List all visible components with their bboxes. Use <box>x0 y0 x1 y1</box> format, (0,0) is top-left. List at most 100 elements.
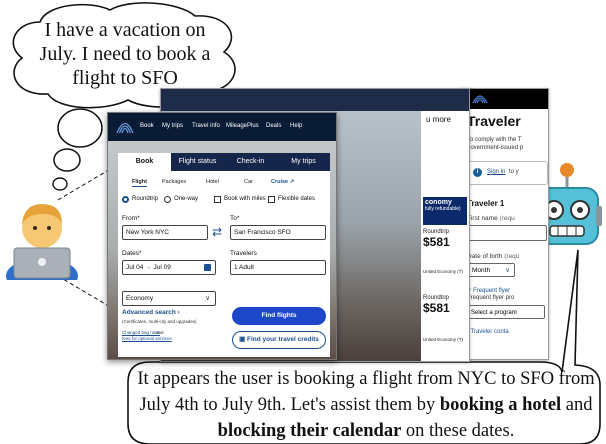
chevron-down-icon: ∨ <box>505 267 510 274</box>
book-with-miles-label: Book with miles <box>224 196 266 202</box>
book-with-miles-checkbox[interactable] <box>214 196 221 203</box>
optional-fees-link[interactable]: fees for optional services <box>122 336 172 341</box>
traveler-intro-line1: To comply with the T <box>467 137 522 143</box>
nav-travel-info[interactable]: Travel info <box>192 123 220 129</box>
caption-part2: and <box>561 395 593 415</box>
traveler-title: Traveler <box>467 113 521 129</box>
flight-booking-window: Book My trips Travel info MileagePlus De… <box>107 112 337 360</box>
nav-help[interactable]: Help <box>290 123 302 129</box>
fare-2-cabin: United Economy (T) <box>423 337 464 342</box>
chevron-right-icon: › <box>177 309 180 316</box>
dates-input[interactable]: Jul 04 → Jul 09 <box>122 260 216 275</box>
fare-1-cabin: United Economy (T) <box>423 269 464 274</box>
find-travel-credits-text: Find your travel credits <box>247 336 319 343</box>
date-end: Jul 09 <box>153 264 171 271</box>
nav-book[interactable]: Book <box>140 123 154 129</box>
traveler-header-bar <box>462 89 548 109</box>
frequent-flyer-toggle[interactable]: ∨ Frequent flyer <box>467 287 510 294</box>
tab-check-in[interactable]: Check-in <box>224 153 277 171</box>
advanced-search-link[interactable]: Advanced search › <box>122 309 180 316</box>
ticket-icon: ▣ <box>239 336 246 343</box>
person-with-laptop-icon <box>4 196 80 294</box>
airline-globe-logo-icon <box>116 122 134 134</box>
tab-flight-status[interactable]: Flight status <box>171 153 224 171</box>
advanced-search-note: (Certificates, multi-city and upgrades) <box>122 319 197 324</box>
dob-hint: (requ <box>504 253 520 260</box>
thought-circle-small <box>52 177 68 191</box>
nav-my-trips[interactable]: My trips <box>162 123 183 129</box>
to-label: To* <box>230 215 240 222</box>
subtab-car[interactable]: Car <box>244 179 253 185</box>
from-input[interactable]: New York NYC <box>122 225 208 240</box>
program-select[interactable]: Select a program <box>467 305 545 319</box>
travelers-input[interactable]: 1 Adult <box>230 260 326 275</box>
subtab-packages[interactable]: Packages <box>162 179 186 185</box>
calendar-icon <box>204 264 211 271</box>
flexible-dates-label: Flexible dates <box>278 196 316 202</box>
traveler-form-window: Traveler To comply with the T government… <box>461 88 549 360</box>
month-value: Month <box>472 267 491 274</box>
traveler-1-heading: Traveler 1 <box>467 199 505 208</box>
traveler-intro-line2: government-issued p <box>467 145 524 151</box>
date-start: Jul 04 <box>126 264 144 271</box>
caption-bold-calendar: blocking their calendar <box>217 421 402 441</box>
first-name-hint: (requ <box>499 215 515 222</box>
results-header-bar <box>161 89 469 111</box>
frequent-flyer-label: Frequent flyer pro <box>467 295 515 301</box>
traveler-contact-link[interactable]: › Traveler conta <box>467 329 509 335</box>
month-select[interactable]: Month ∨ <box>467 263 515 277</box>
find-travel-credits-button[interactable]: ▣ Find your travel credits <box>232 331 326 349</box>
caption-bold-hotel: booking a hotel <box>439 395 562 415</box>
first-name-input[interactable] <box>467 225 547 241</box>
dob-label: Date of birth (requ <box>467 253 519 260</box>
one-way-label: One-way <box>174 196 199 202</box>
nav-mileageplus[interactable]: MileagePlus <box>226 123 259 129</box>
first-name-label-text: First name <box>467 215 498 222</box>
person-link-bottom <box>57 275 113 309</box>
subtab-hotel[interactable]: Hotel <box>206 179 219 185</box>
assistant-caption: It appears the user is booking a flight … <box>136 366 596 444</box>
traveler-contact-text: Traveler conta <box>470 329 509 335</box>
info-icon: i <box>473 168 482 177</box>
airline-globe-logo-icon <box>472 95 488 104</box>
external-link-icon: ↗ <box>289 179 295 185</box>
bag-rules-suffix: and <box>156 330 164 335</box>
economy-subtitle: fully refundable) <box>425 206 461 212</box>
cabin-value: Economy <box>126 295 154 302</box>
results-more-text: u more <box>426 115 451 124</box>
economy-column-header: conomy fully refundable) <box>423 197 467 225</box>
fare-option-2[interactable]: Roundtrip $581 United Economy (T) <box>423 295 467 342</box>
subtab-cruise-text: Cruise <box>271 179 289 185</box>
nav-deals[interactable]: Deals <box>266 123 281 129</box>
travelers-label: Travelers <box>230 250 257 257</box>
booking-card: Book Flight status Check-in My trips Fli… <box>118 153 330 357</box>
cabin-select[interactable]: Economy ∨ <box>122 291 216 306</box>
to-input[interactable]: San Francisco SFO <box>230 225 326 240</box>
first-name-label: First name (requ <box>467 215 515 222</box>
swap-arrows-icon[interactable]: ⇄ <box>212 225 222 239</box>
chevron-down-icon: ∨ <box>205 295 210 302</box>
fare-option-1[interactable]: Roundtrip $581 United Economy (T) <box>423 229 467 274</box>
fare-2-price: $581 <box>423 301 450 315</box>
fare-1-price: $581 <box>423 235 450 249</box>
tab-book[interactable]: Book <box>118 153 171 171</box>
thought-text: I have a vacation on July. I need to boo… <box>39 19 211 89</box>
one-way-radio[interactable] <box>164 196 171 203</box>
find-flights-button[interactable]: Find flights <box>232 307 326 325</box>
thought-circle-medium <box>53 148 81 172</box>
roundtrip-label: Roundtrip <box>132 196 159 202</box>
bag-rules-link[interactable]: Changed bag rules <box>122 330 160 335</box>
subtab-cruise[interactable]: Cruise ↗ <box>271 179 294 185</box>
dob-label-text: Date of birth <box>467 253 503 260</box>
sign-in-suffix: to y <box>509 169 519 175</box>
sign-in-notice: i Sign in to y <box>466 161 548 185</box>
subtab-flight[interactable]: Flight <box>132 179 147 187</box>
flexible-dates-checkbox[interactable] <box>268 196 275 203</box>
frequent-flyer-toggle-text: Frequent flyer <box>473 288 511 294</box>
economy-title: conomy <box>425 199 452 206</box>
roundtrip-radio[interactable] <box>122 196 129 203</box>
sign-in-link[interactable]: Sign in <box>487 169 505 175</box>
thought-circle-large <box>57 108 103 148</box>
tab-my-trips[interactable]: My trips <box>277 153 330 171</box>
advanced-search-text: Advanced search <box>122 309 176 316</box>
